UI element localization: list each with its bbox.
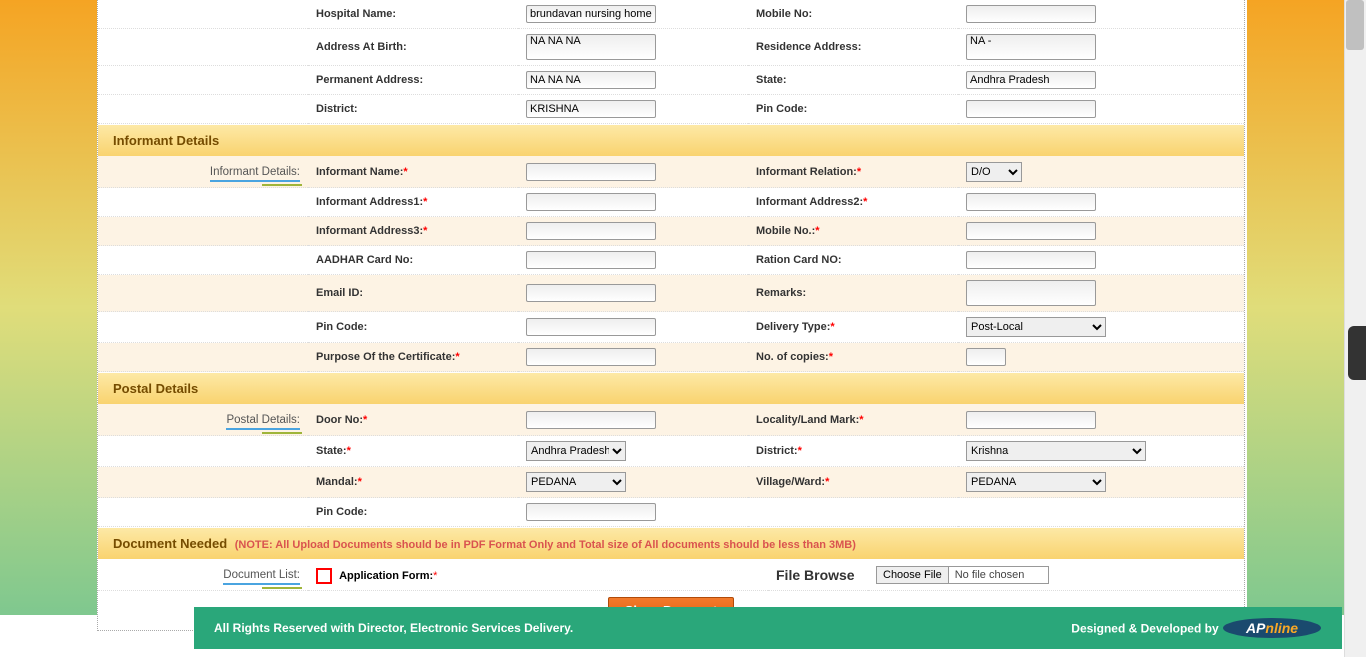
label: AADHAR Card No: [308, 246, 518, 275]
label: Informant Address2:* [748, 188, 958, 217]
label-hospital-name-: Hospital Name: [308, 0, 518, 29]
input-purpose-of-the-certificate-[interactable] [526, 348, 656, 366]
label-pin-code-: Pin Code: [748, 95, 958, 124]
scrollbar-thumb[interactable] [1346, 0, 1364, 50]
select-district-[interactable]: Krishna [966, 441, 1146, 461]
footer-right: Designed & Developed by APnline [1071, 617, 1322, 642]
informant-header-text: Informant Details [113, 133, 219, 148]
select-delivery-type-[interactable]: Post-Local [966, 317, 1106, 337]
input-pin-code-[interactable] [966, 100, 1096, 118]
input-informant-address2-[interactable] [966, 193, 1096, 211]
label: Ration Card NO: [748, 246, 958, 275]
input-state-[interactable] [966, 71, 1096, 89]
label: Pin Code: [308, 498, 518, 527]
label: Informant Relation:* [748, 156, 958, 188]
top-details-table: Hospital Name: Mobile No: Address At Birth… [98, 0, 1244, 124]
aponline-logo-icon: APnline [1222, 617, 1322, 639]
input-informant-address1-[interactable] [526, 193, 656, 211]
required-app-form: * [433, 570, 437, 582]
no-file-chosen-text: No file chosen [949, 566, 1049, 584]
application-form-checkbox[interactable] [316, 568, 332, 584]
application-form-label: Application Form: [339, 570, 433, 582]
input-informant-address3-[interactable] [526, 222, 656, 240]
postal-header-text: Postal Details [113, 381, 198, 396]
input-aadhar-card-no-[interactable] [526, 251, 656, 269]
input-no-of-copies-[interactable] [966, 348, 1006, 366]
input-pin-code-[interactable] [526, 503, 656, 521]
label-address-at-birth-: Address At Birth: [308, 29, 518, 66]
side-label-postal-table: Postal Details: [226, 414, 300, 430]
input-address-at-birth-[interactable]: NA NA NA [526, 34, 656, 60]
label: Informant Name:* [308, 156, 518, 188]
postal-table: Postal Details: Door No:* Locality/Land Ma… [98, 404, 1244, 527]
label: Informant Address1:* [308, 188, 518, 217]
input-door-no-[interactable] [526, 411, 656, 429]
section-header-postal: Postal Details [98, 372, 1244, 404]
section-header-document: Document Needed (NOTE: All Upload Docume… [98, 527, 1244, 559]
file-browse-label: File Browse [776, 567, 855, 583]
input-mobile-no-[interactable] [966, 222, 1096, 240]
side-label-informant-table: Informant Details: [210, 166, 300, 182]
side-label-doclist: Document List: [223, 569, 300, 585]
input-informant-name-[interactable] [526, 163, 656, 181]
side-tab-handle[interactable] [1348, 326, 1366, 380]
input-residence-address-[interactable]: NA - [966, 34, 1096, 60]
select-state-[interactable]: Andhra Pradesh [526, 441, 626, 461]
label-permanent-address-: Permanent Address: [308, 66, 518, 95]
informant-table: Informant Details:Informant Name:*Inform… [98, 156, 1244, 372]
textarea-remarks-[interactable] [966, 280, 1096, 306]
label-state-: State: [748, 66, 958, 95]
label: Purpose Of the Certificate:* [308, 343, 518, 372]
label: Mobile No.:* [748, 217, 958, 246]
choose-file-button[interactable]: Choose File [876, 566, 949, 584]
input-district-[interactable] [526, 100, 656, 118]
document-note-text: (NOTE: All Upload Documents should be in… [235, 539, 856, 551]
label-mobile-no-: Mobile No: [748, 0, 958, 29]
label: No. of copies:* [748, 343, 958, 372]
footer-right-text: Designed & Developed by [1071, 622, 1218, 636]
label: Locality/Land Mark:* [748, 404, 958, 436]
label: Informant Address3:* [308, 217, 518, 246]
label-district-: District: [308, 95, 518, 124]
label: Pin Code: [308, 312, 518, 343]
input-permanent-address-[interactable] [526, 71, 656, 89]
input-locality-land-mark-[interactable] [966, 411, 1096, 429]
label: District:* [748, 436, 958, 467]
label: Delivery Type:* [748, 312, 958, 343]
label: State:* [308, 436, 518, 467]
input-hospital-name-[interactable] [526, 5, 656, 23]
select-informant-relation-[interactable]: D/O [966, 162, 1022, 182]
select-village-ward-[interactable]: PEDANA [966, 472, 1106, 492]
footer-left-text: All Rights Reserved with Director, Elect… [214, 621, 573, 635]
svg-text:APnline: APnline [1245, 620, 1298, 636]
label: Village/Ward:* [748, 467, 958, 498]
label-residence-address-: Residence Address: [748, 29, 958, 66]
label: Door No:* [308, 404, 518, 436]
input-pin-code-[interactable] [526, 318, 656, 336]
input-ration-card-no-[interactable] [966, 251, 1096, 269]
select-mandal-[interactable]: PEDANA [526, 472, 626, 492]
label: Email ID: [308, 275, 518, 312]
label [748, 498, 958, 527]
input-email-id-[interactable] [526, 284, 656, 302]
document-header-text: Document Needed [113, 536, 227, 551]
input-mobile-no-[interactable] [966, 5, 1096, 23]
section-header-informant: Informant Details [98, 124, 1244, 156]
label: Remarks: [748, 275, 958, 312]
label: Mandal:* [308, 467, 518, 498]
footer-bar: All Rights Reserved with Director, Elect… [194, 607, 1342, 649]
